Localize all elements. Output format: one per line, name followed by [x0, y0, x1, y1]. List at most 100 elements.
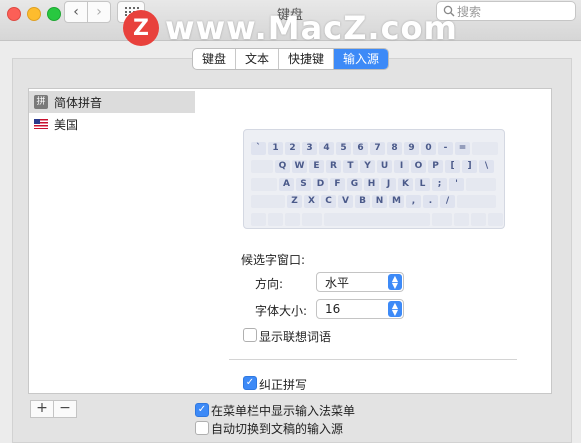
keyboard-key: 6	[353, 142, 368, 155]
keyboard-row-4: Z X C V B N M,. /	[251, 195, 498, 208]
keyboard-key: .	[423, 195, 438, 208]
keyboard-key: A	[279, 178, 294, 191]
keyboard-key: Z	[287, 195, 302, 208]
watermark-logo: Z	[123, 10, 159, 46]
keyboard-key-blank	[285, 213, 300, 226]
keyboard-key: T	[343, 160, 358, 173]
keyboard-key-blank	[251, 160, 273, 173]
direction-value: 水平	[325, 275, 350, 290]
add-source-button[interactable]: +	[30, 400, 54, 418]
keyboard-key: X	[304, 195, 319, 208]
keyboard-key-blank	[432, 213, 452, 226]
direction-label: 方向:	[255, 277, 284, 291]
forward-button[interactable]: ›	[87, 1, 111, 23]
keyboard-key-blank	[454, 213, 469, 226]
tab-text[interactable]: 文本	[236, 49, 280, 69]
keyboard-key: C	[321, 195, 336, 208]
keyboard-key: P	[428, 160, 443, 173]
keyboard-key: /	[440, 195, 455, 208]
input-source-list[interactable]: 拼 简体拼音 美国	[28, 88, 196, 394]
keyboard-key: V	[338, 195, 353, 208]
keyboard-key: Q	[275, 160, 290, 173]
keyboard-key-blank	[268, 213, 283, 226]
keyboard-key: 5	[336, 142, 351, 155]
add-remove-controls: + −	[30, 400, 77, 418]
keyboard-key-blank	[472, 142, 498, 155]
keyboard-preview: ` 1 2 3 4 5 6 7 8 9 0- = Q W E R T Y U I O P[] \ A S D F G H J K L; ' …	[243, 129, 505, 229]
keyboard-key: ,	[406, 195, 421, 208]
keyboard-key: O	[411, 160, 426, 173]
keyboard-key: H	[364, 178, 379, 191]
updown-chevron-icon: ▲ ▼	[388, 274, 402, 290]
keyboard-key: '	[449, 178, 464, 191]
keyboard-key: R	[326, 160, 341, 173]
keyboard-key-blank	[457, 195, 496, 208]
font-size-popup[interactable]: 16 ▲ ▼	[316, 299, 404, 319]
keyboard-key-blank	[466, 178, 496, 191]
updown-chevron-icon: ▲ ▼	[388, 301, 402, 317]
list-item-label: 简体拼音	[54, 95, 103, 110]
pinyin-icon: 拼	[34, 95, 48, 109]
keyboard-key-blank	[251, 178, 277, 191]
watermark: Z www.MacZ.com	[123, 9, 458, 47]
show-menu-checkbox[interactable]: ✓	[195, 403, 209, 417]
keyboard-key: W	[292, 160, 307, 173]
us-flag-icon	[34, 119, 48, 129]
list-item-label: 美国	[54, 117, 79, 132]
keyboard-key: Y	[360, 160, 375, 173]
keyboard-key-blank	[471, 213, 486, 226]
keyboard-row-5	[251, 213, 505, 226]
remove-source-button[interactable]: −	[54, 400, 77, 418]
keyboard-key: \	[479, 160, 494, 173]
keyboard-key: 4	[319, 142, 334, 155]
font-size-label: 字体大小:	[255, 304, 308, 318]
keyboard-key-blank	[324, 213, 430, 226]
keyboard-key: 1	[268, 142, 283, 155]
keyboard-key: N	[372, 195, 387, 208]
list-item-simplified-pinyin[interactable]: 拼 简体拼音	[29, 91, 195, 113]
keyboard-key: `	[251, 142, 266, 155]
keyboard-key-blank	[251, 213, 266, 226]
minimize-window-button[interactable]	[27, 7, 41, 21]
search-placeholder: 搜索	[457, 4, 482, 19]
keyboard-key: 7	[370, 142, 385, 155]
keyboard-key: ;	[432, 178, 447, 191]
watermark-text: www.MacZ.com	[165, 9, 458, 47]
list-item-us[interactable]: 美国	[29, 113, 195, 135]
keyboard-row-1: ` 1 2 3 4 5 6 7 8 9 0- =	[251, 142, 500, 155]
keyboard-key: B	[355, 195, 370, 208]
tab-bar: 键盘 文本 快捷键 输入源	[192, 48, 390, 70]
keyboard-key: 0	[421, 142, 436, 155]
keyboard-key: K	[398, 178, 413, 191]
zoom-window-button[interactable]	[47, 7, 61, 21]
keyboard-key: 2	[285, 142, 300, 155]
direction-popup[interactable]: 水平 ▲ ▼	[316, 272, 404, 292]
keyboard-key: I	[394, 160, 409, 173]
correct-pinyin-label: 纠正拼写	[259, 378, 308, 392]
show-menu-label: 在菜单栏中显示输入法菜单	[211, 404, 356, 418]
keyboard-key-blank	[251, 195, 285, 208]
tab-keyboard[interactable]: 键盘	[193, 49, 237, 69]
show-predictive-checkbox[interactable]	[243, 328, 257, 342]
chevron-left-icon: ‹	[73, 4, 79, 20]
tab-shortcuts[interactable]: 快捷键	[279, 49, 335, 69]
keyboard-key: -	[438, 142, 453, 155]
keyboard-key-blank	[488, 213, 503, 226]
chevron-right-icon: ›	[96, 4, 102, 20]
keyboard-key: =	[455, 142, 470, 155]
keyboard-key: S	[296, 178, 311, 191]
keyboard-key-blank	[302, 213, 322, 226]
tab-input-sources[interactable]: 输入源	[334, 49, 389, 69]
font-size-value: 16	[325, 302, 341, 316]
keyboard-key: 3	[302, 142, 317, 155]
keyboard-key: U	[377, 160, 392, 173]
close-window-button[interactable]	[7, 7, 21, 21]
auto-switch-label: 自动切换到文稿的输入源	[211, 422, 344, 436]
correct-pinyin-checkbox[interactable]: ✓	[243, 376, 257, 390]
candidate-window-heading: 候选字窗口:	[241, 253, 306, 267]
keyboard-key: E	[309, 160, 324, 173]
auto-switch-checkbox[interactable]	[195, 421, 209, 435]
keyboard-key: F	[330, 178, 345, 191]
keyboard-row-2: Q W E R T Y U I O P[] \	[251, 160, 496, 173]
back-button[interactable]: ‹	[64, 1, 88, 23]
